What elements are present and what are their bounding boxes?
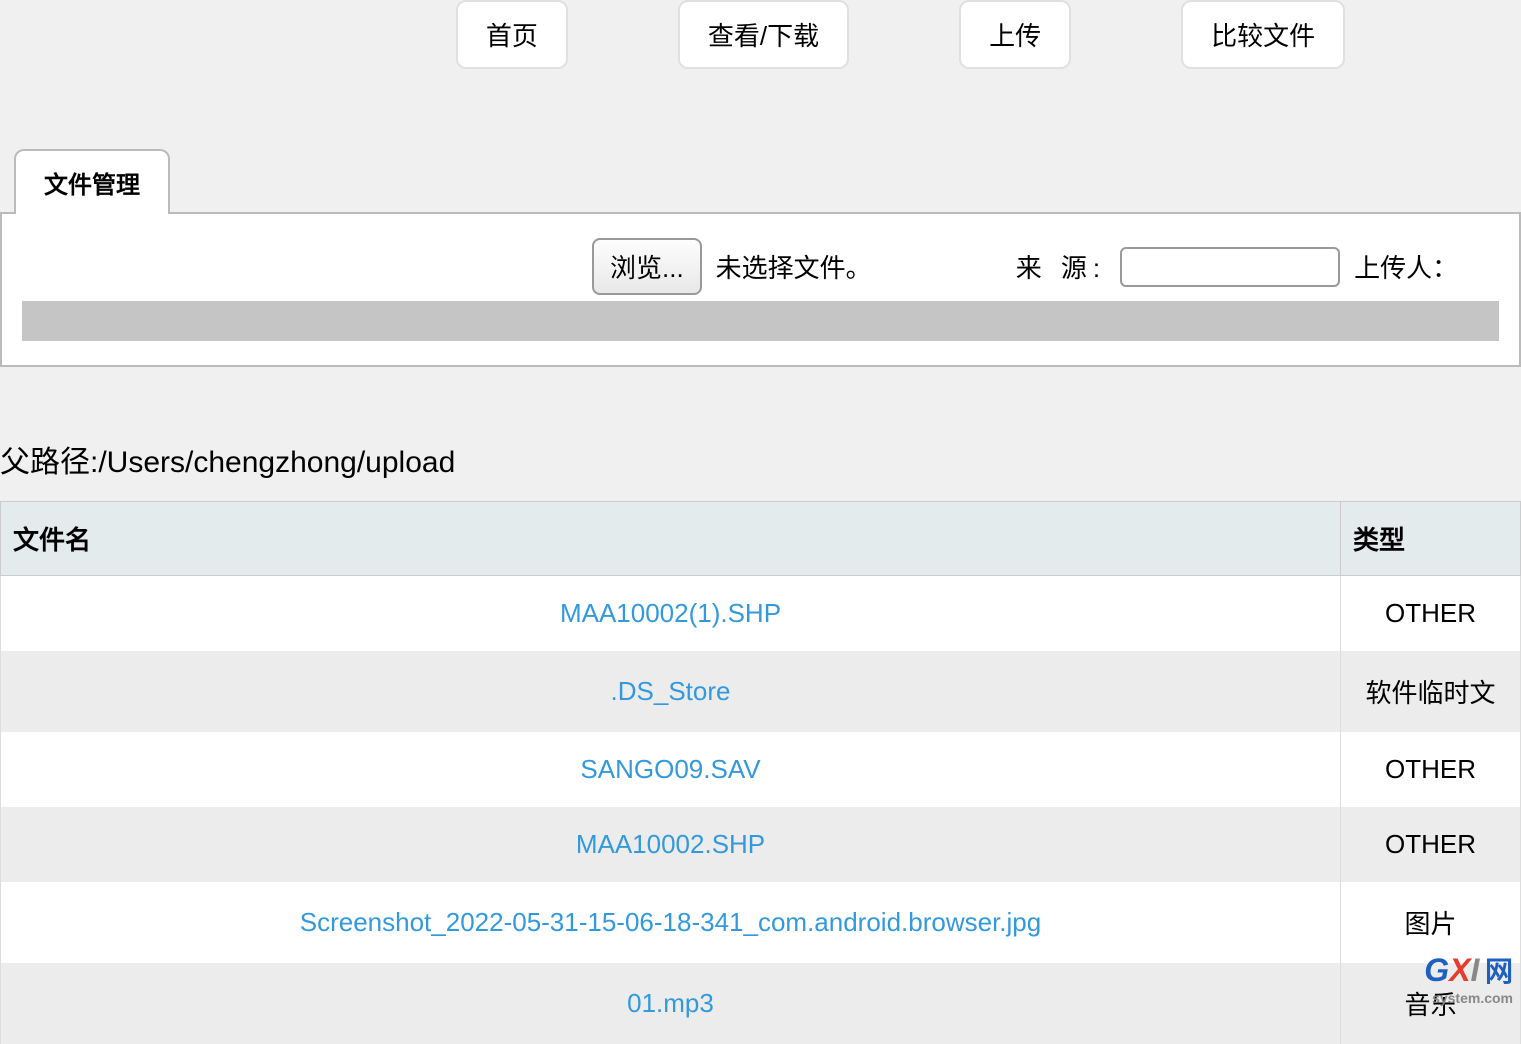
watermark-x: X [1449, 952, 1470, 988]
upload-row: 浏览... 未选择文件。 来 源: 上传人： [592, 238, 1499, 295]
cell-filename: SANGO09.SAV [1, 732, 1341, 807]
cell-filename: MAA10002.SHP [1, 807, 1341, 882]
file-table: 文件名 类型 MAA10002(1).SHP OTHER .DS_Store 软件临时… [0, 501, 1521, 1044]
file-link[interactable]: SANGO09.SAV [580, 754, 760, 784]
path-label: 父路径: [0, 446, 98, 479]
table-row: MAA10002.SHP OTHER [1, 807, 1521, 882]
watermark-g: G [1424, 952, 1449, 988]
nav-home-button[interactable]: 首页 [456, 0, 568, 69]
cell-type: 软件临时文 [1341, 651, 1521, 732]
table-row: MAA10002(1).SHP OTHER [1, 576, 1521, 652]
uploader-label: 上传人： [1354, 248, 1458, 285]
cell-filename: MAA10002(1).SHP [1, 576, 1341, 652]
cell-filename: Screenshot_2022-05-31-15-06-18-341_com.a… [1, 882, 1341, 963]
parent-path-heading: 父路径:/Users/chengzhong/upload [0, 437, 1521, 481]
header-filename: 文件名 [1, 502, 1341, 576]
nav-view-download-button[interactable]: 查看/下载 [678, 0, 849, 69]
path-value: /Users/chengzhong/upload [98, 446, 455, 479]
watermark-logo: GXI 网 system.com [1424, 950, 1513, 1006]
watermark-i: I [1471, 952, 1480, 988]
no-file-text: 未选择文件。 [716, 248, 872, 285]
cell-filename: .DS_Store [1, 651, 1341, 732]
source-label: 来 源: [1016, 248, 1106, 285]
cell-type: OTHER [1341, 732, 1521, 807]
browse-button[interactable]: 浏览... [592, 238, 702, 295]
tab-file-management[interactable]: 文件管理 [14, 149, 170, 214]
cell-type: OTHER [1341, 807, 1521, 882]
source-input[interactable] [1120, 247, 1340, 287]
table-row: .DS_Store 软件临时文 [1, 651, 1521, 732]
header-type: 类型 [1341, 502, 1521, 576]
file-link[interactable]: Screenshot_2022-05-31-15-06-18-341_com.a… [300, 907, 1041, 937]
progress-bar [22, 301, 1499, 341]
file-management-panel: 浏览... 未选择文件。 来 源: 上传人： [0, 212, 1521, 367]
table-header-row: 文件名 类型 [1, 502, 1521, 576]
nav-compare-button[interactable]: 比较文件 [1181, 0, 1345, 69]
table-row: SANGO09.SAV OTHER [1, 732, 1521, 807]
file-link[interactable]: MAA10002.SHP [576, 829, 765, 859]
watermark-sub: system.com [1424, 990, 1513, 1006]
tab-container: 文件管理 浏览... 未选择文件。 来 源: 上传人： [0, 149, 1521, 367]
table-row: 01.mp3音乐 [1, 963, 1521, 1044]
cell-type: OTHER [1341, 576, 1521, 652]
cell-filename: 01.mp3 [1, 963, 1341, 1044]
nav-bar: 首页 查看/下载 上传 比较文件 [280, 0, 1521, 99]
file-link[interactable]: MAA10002(1).SHP [560, 598, 781, 628]
table-row: Screenshot_2022-05-31-15-06-18-341_com.a… [1, 882, 1521, 963]
nav-upload-button[interactable]: 上传 [959, 0, 1071, 69]
file-link[interactable]: .DS_Store [611, 676, 731, 706]
watermark-net: 网 [1485, 956, 1513, 987]
